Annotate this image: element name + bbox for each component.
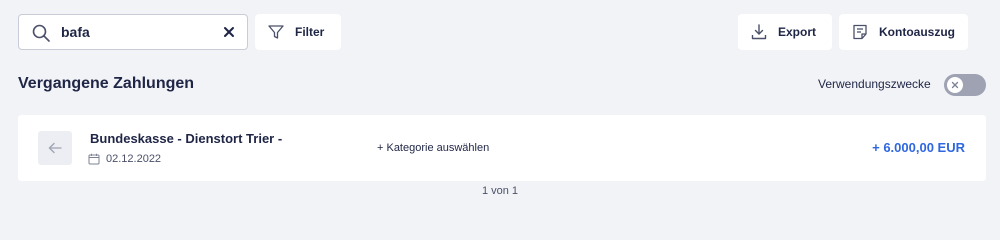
- account-statement-label: Kontoauszug: [879, 25, 955, 39]
- purpose-toggle[interactable]: [944, 74, 986, 96]
- payment-date-text: 02.12.2022: [106, 153, 162, 165]
- export-label: Export: [778, 25, 817, 39]
- document-icon: [853, 24, 867, 40]
- back-button[interactable]: [38, 131, 72, 165]
- close-icon: [951, 81, 959, 89]
- arrow-left-icon: [48, 142, 62, 154]
- account-statement-button[interactable]: Kontoauszug: [839, 14, 968, 50]
- clear-search-icon[interactable]: [221, 24, 237, 40]
- funnel-icon: [268, 25, 284, 39]
- download-icon: [751, 24, 767, 40]
- export-button[interactable]: Export: [738, 14, 832, 50]
- payment-date: 02.12.2022: [88, 153, 161, 165]
- payment-amount: + 6.000,00 EUR: [872, 140, 965, 155]
- search-box[interactable]: [18, 14, 248, 50]
- calendar-icon: [88, 153, 100, 165]
- filter-button[interactable]: Filter: [255, 14, 341, 50]
- search-input[interactable]: [61, 21, 211, 43]
- toggle-label: Verwendungszwecke: [818, 77, 931, 91]
- pagination-text: 1 von 1: [481, 185, 519, 197]
- search-icon: [32, 24, 50, 42]
- payee-name: Bundeskasse - Dienstort Trier -: [90, 131, 283, 146]
- toggle-knob: [947, 77, 963, 93]
- filter-label: Filter: [295, 25, 325, 39]
- select-category-link[interactable]: + Kategorie auswählen: [377, 142, 489, 154]
- payment-row[interactable]: Bundeskasse - Dienstort Trier - 02.12.20…: [18, 115, 986, 181]
- section-title: Vergangene Zahlungen: [18, 75, 195, 92]
